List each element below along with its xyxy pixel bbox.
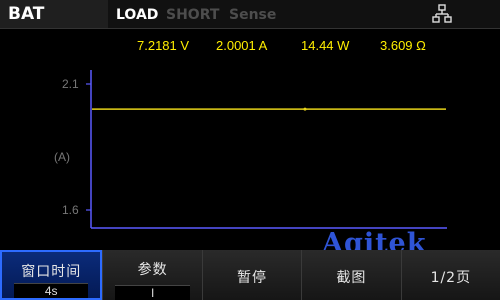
softkey-page[interactable]: 1/2页 <box>400 250 500 300</box>
current-reading: 2.0001 A <box>216 38 268 53</box>
trace-marker <box>303 107 307 111</box>
softkey-screenshot[interactable]: 截图 <box>301 250 401 300</box>
mode-short-label[interactable]: SHORT <box>166 7 219 23</box>
current-trend-plot: 2.1 (A) 1.6 <box>0 58 500 250</box>
mode-bar: BAT LOAD SHORT Sense <box>0 0 500 29</box>
softkey-window-time-value-bar: 4s <box>14 283 89 298</box>
y-unit-label: (A) <box>54 150 70 164</box>
softkey-window-time-label: 窗口时间 <box>21 264 82 280</box>
softkey-window-time[interactable]: 窗口时间 4s <box>0 250 103 300</box>
softkey-screenshot-label: 截图 <box>336 270 367 286</box>
softkey-parameter-value: I <box>150 286 155 300</box>
y-tick-label-top: 2.1 <box>62 77 79 91</box>
voltage-reading: 7.2181 V <box>137 38 190 53</box>
resistance-reading: 3.609 Ω <box>380 38 426 53</box>
softkey-pause[interactable]: 暂停 <box>201 250 302 300</box>
softkey-bar: 窗口时间 4s 参数 I 暂停 截图 1/2页 <box>0 250 500 300</box>
softkey-window-time-value: 4s <box>44 284 58 298</box>
mode-load-label[interactable]: LOAD <box>116 7 158 23</box>
y-tick-label-bottom: 1.6 <box>62 203 79 217</box>
power-reading: 14.44 W <box>301 38 350 53</box>
softkey-page-label: 1/2页 <box>430 270 472 286</box>
measurement-readout: 7.2181 V 2.0001 A 14.44 W 3.609 Ω <box>0 34 500 56</box>
softkey-pause-label: 暂停 <box>237 270 268 286</box>
softkey-parameter-label: 参数 <box>137 262 168 278</box>
mode-bat-label[interactable]: BAT <box>8 4 44 24</box>
mode-sense-label[interactable]: Sense <box>229 7 276 23</box>
softkey-parameter-value-bar: I <box>115 285 190 300</box>
network-icon <box>432 4 452 23</box>
softkey-parameter[interactable]: 参数 I <box>102 250 202 300</box>
